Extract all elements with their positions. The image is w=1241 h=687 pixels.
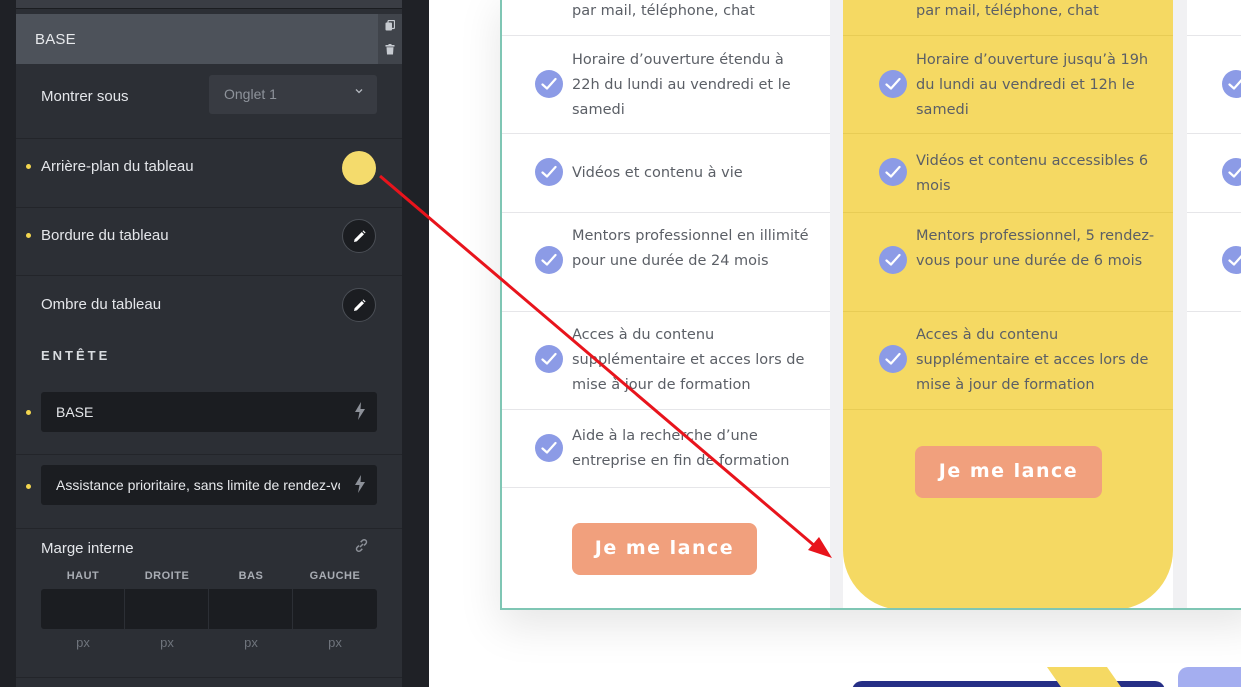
pencil-icon xyxy=(354,299,366,311)
check-icon xyxy=(535,345,563,373)
table-border-edit-button[interactable] xyxy=(342,219,376,253)
table-background-row: Arrière-plan du tableau xyxy=(16,139,402,208)
cta-button[interactable]: Je me lance xyxy=(915,446,1102,498)
feature-text: par mail, téléphone, chat xyxy=(916,3,1099,19)
feature-text: Vidéos et contenu à vie xyxy=(572,165,743,181)
check-icon xyxy=(535,246,563,274)
padding-left-label: GAUCHE xyxy=(309,570,361,582)
feature-text: Aide à la recherche d’une entreprise en … xyxy=(572,428,790,469)
copy-icon[interactable] xyxy=(385,19,396,34)
feature-text: Acces à du contenu supplémentaire et acc… xyxy=(916,327,1149,393)
table-border-label: Bordure du tableau xyxy=(41,227,169,244)
padding-bottom-label: BAS xyxy=(238,570,264,582)
table-background-color-swatch[interactable] xyxy=(342,151,376,185)
page-preview: par mail, téléphone, chat Horaire d’ouve… xyxy=(429,0,1241,687)
feature-text: par mail, téléphone, chat xyxy=(572,3,755,19)
section-header[interactable]: BASE xyxy=(16,14,402,64)
row-divider xyxy=(502,311,830,312)
show-under-value: Onglet 1 xyxy=(224,86,277,102)
dynamic-data-icon[interactable] xyxy=(354,402,366,425)
changed-indicator-dot xyxy=(26,484,31,489)
column-gutter xyxy=(1173,0,1187,608)
show-under-label: Montrer sous xyxy=(41,88,129,105)
row-divider xyxy=(1187,35,1241,36)
show-under-select[interactable]: Onglet 1 xyxy=(209,75,377,114)
table-shadow-edit-button[interactable] xyxy=(342,288,376,322)
padding-label: Marge interne xyxy=(41,540,134,557)
divider xyxy=(16,677,402,678)
pricing-table-border-bottom xyxy=(500,608,1241,610)
pencil-icon xyxy=(354,230,366,242)
check-icon xyxy=(535,434,563,462)
decorative-shape xyxy=(1178,667,1241,687)
editor-panel: BASE Montrer sous Onglet 1 Arrière-plan … xyxy=(0,0,429,687)
row-divider xyxy=(502,35,830,36)
padding-top-unit: px xyxy=(76,635,90,650)
feature-text: Mentors professionnel, 5 rendez-vous pou… xyxy=(916,228,1155,269)
check-icon xyxy=(879,246,907,274)
feature-text: Vidéos et contenu accessibles 6 mois xyxy=(916,153,1149,194)
table-border-row: Bordure du tableau xyxy=(16,208,402,276)
row-divider xyxy=(843,35,1173,36)
feature-text: Mentors professionnel en illimité pour u… xyxy=(572,228,809,269)
header-title-field[interactable]: BASE xyxy=(41,392,377,432)
feature-text: Acces à du contenu supplémentaire et acc… xyxy=(572,327,805,393)
table-background-label: Arrière-plan du tableau xyxy=(41,158,194,175)
check-icon xyxy=(535,158,563,186)
row-divider xyxy=(843,311,1173,312)
feature-text: Horaire d’ouverture étendu à 22h du lund… xyxy=(572,52,791,118)
padding-left-unit: px xyxy=(328,635,342,650)
check-icon xyxy=(535,70,563,98)
table-shadow-label: Ombre du tableau xyxy=(41,296,162,313)
header-description-field[interactable]: Assistance prioritaire, sans limite de r… xyxy=(41,465,377,505)
padding-bottom-input[interactable] xyxy=(209,589,292,629)
row-divider xyxy=(843,212,1173,213)
row-divider xyxy=(1187,311,1241,312)
header-section-heading: ENTÊTE xyxy=(41,348,111,363)
column-gutter xyxy=(830,0,843,608)
padding-right-unit: px xyxy=(160,635,174,650)
row-divider xyxy=(843,409,1173,410)
row-divider xyxy=(502,212,830,213)
check-icon xyxy=(879,345,907,373)
trash-icon[interactable] xyxy=(385,44,395,58)
section-title: BASE xyxy=(35,31,76,48)
changed-indicator-dot xyxy=(26,233,31,238)
row-divider xyxy=(502,409,830,410)
padding-right-label: DROITE xyxy=(144,570,190,582)
previous-section-edge[interactable] xyxy=(16,0,402,9)
changed-indicator-dot xyxy=(26,164,31,169)
chevron-down-icon xyxy=(354,86,364,99)
row-divider xyxy=(502,133,830,134)
check-icon xyxy=(879,158,907,186)
padding-left-input[interactable] xyxy=(293,589,377,629)
show-under-row: Montrer sous Onglet 1 xyxy=(16,64,402,139)
header-description-value: Assistance prioritaire, sans limite de r… xyxy=(56,477,340,493)
dynamic-data-icon[interactable] xyxy=(354,475,366,498)
row-divider xyxy=(843,133,1173,134)
cta-button[interactable]: Je me lance xyxy=(572,523,757,575)
padding-bottom-unit: px xyxy=(244,635,258,650)
row-divider xyxy=(1187,133,1241,134)
changed-indicator-dot xyxy=(26,410,31,415)
check-icon xyxy=(879,70,907,98)
panel-scroll-rail[interactable] xyxy=(402,0,429,687)
header-title-value: BASE xyxy=(56,404,94,420)
row-divider xyxy=(502,487,830,488)
feature-text: Horaire d’ouverture jusqu’à 19h du lundi… xyxy=(916,52,1149,118)
section-actions xyxy=(378,14,402,64)
pricing-table-border xyxy=(500,0,502,610)
row-divider xyxy=(1187,212,1241,213)
padding-right-input[interactable] xyxy=(125,589,208,629)
padding-top-label: HAUT xyxy=(66,570,100,582)
link-values-icon[interactable] xyxy=(354,538,369,558)
padding-top-input[interactable] xyxy=(41,589,124,629)
